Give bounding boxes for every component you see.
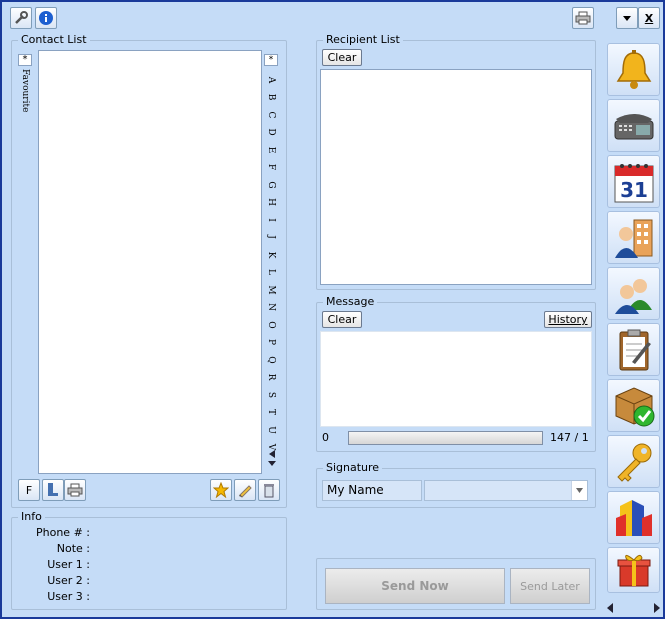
dropdown-arrow-icon[interactable] — [571, 481, 587, 500]
message-title: Message — [323, 295, 378, 309]
trash-icon[interactable] — [258, 479, 280, 501]
close-label: X — [644, 11, 654, 25]
alphabet-index: * A B C D E F G H I J K L M N O P Q R S T U V — [264, 54, 280, 474]
package-check-icon[interactable] — [607, 379, 660, 432]
telephone-icon[interactable] — [607, 99, 660, 152]
alphabet-letter-j[interactable]: J — [263, 230, 279, 244]
alphabet-letter-e[interactable]: E — [263, 143, 279, 157]
send-panel: Send Now Send Later — [316, 558, 596, 610]
recipient-list-box[interactable] — [320, 69, 592, 285]
history-button[interactable]: History — [544, 311, 592, 328]
alphabet-letter-k[interactable]: K — [263, 248, 279, 262]
alphabet-letter-q[interactable]: Q — [263, 353, 279, 367]
recipient-clear-button[interactable]: Clear — [322, 49, 362, 66]
info-field-label: User 2 : — [47, 574, 90, 587]
sidebar-scroll-left[interactable] — [606, 603, 616, 615]
info-title: Info — [18, 510, 45, 524]
signature-group: Signature My Name — [316, 461, 596, 508]
main-window: X Contact List * Favourite * A B C D E F G H I J K L… — [0, 0, 665, 619]
contact-list-group: Contact List * Favourite * A B C D E F G H I J K L M N… — [11, 33, 287, 508]
favourite-star[interactable]: * — [18, 54, 32, 66]
signature-title: Signature — [323, 461, 383, 475]
gift-icon[interactable] — [607, 547, 660, 593]
printer-icon[interactable] — [572, 7, 594, 29]
wrench-icon[interactable] — [10, 7, 32, 29]
alphabet-letter-l[interactable]: L — [263, 265, 279, 279]
sidebar-scroll-right[interactable] — [653, 603, 663, 615]
info-group: Info Phone # : Note : User 1 : User 2 : User… — [11, 510, 287, 610]
info-field-label: Note : — [56, 542, 90, 555]
info-field-label: User 3 : — [47, 590, 90, 603]
recipient-list-title: Recipient List — [323, 33, 403, 47]
alphabet-letter-i[interactable]: I — [263, 213, 279, 227]
signature-name-field[interactable]: My Name — [322, 480, 422, 501]
info-fields: Phone # : Note : User 1 : User 2 : User 3 : — [12, 526, 90, 606]
alphabet-letter-m[interactable]: M — [263, 283, 279, 297]
favourite-label: Favourite — [20, 69, 30, 113]
alphabet-letter-h[interactable]: H — [263, 195, 279, 209]
alphabet-letter-u[interactable]: U — [263, 423, 279, 437]
alphabet-letter-s[interactable]: S — [263, 388, 279, 402]
pencil-icon[interactable] — [234, 479, 256, 501]
send-later-label: Send Later — [520, 579, 580, 593]
star-icon[interactable] — [210, 479, 232, 501]
alphabet-letter-t[interactable]: T — [263, 405, 279, 419]
message-count-right: 147 / 1 — [550, 431, 589, 444]
filter-button[interactable]: F — [18, 479, 40, 501]
key-icon[interactable] — [607, 435, 660, 488]
message-progress-bar — [348, 431, 543, 445]
alphabet-letter-n[interactable]: N — [263, 300, 279, 314]
alphabet-letter-a[interactable]: A — [263, 73, 279, 87]
bell-icon[interactable] — [607, 43, 660, 96]
alphabet-letter-f[interactable]: F — [263, 160, 279, 174]
alphabet-star[interactable]: * — [264, 54, 278, 66]
info-icon[interactable] — [35, 7, 57, 29]
message-textarea[interactable] — [320, 331, 592, 427]
import-icon[interactable] — [42, 479, 64, 501]
info-field-label: User 1 : — [47, 558, 90, 571]
signature-dropdown[interactable] — [424, 480, 588, 501]
alphabet-letter-g[interactable]: G — [263, 178, 279, 192]
message-clear-button[interactable]: Clear — [322, 311, 362, 328]
alphabet-letter-b[interactable]: B — [263, 90, 279, 104]
contact-list-box[interactable] — [38, 50, 262, 474]
chart-icon[interactable] — [607, 491, 660, 544]
message-count-left: 0 — [322, 431, 329, 444]
contact-building-icon[interactable] — [607, 211, 660, 264]
recipient-list-group: Recipient List Clear — [316, 33, 596, 290]
send-now-button[interactable]: Send Now — [325, 568, 505, 604]
print-contacts-icon[interactable] — [64, 479, 86, 501]
alphabet-scroll-down[interactable] — [266, 448, 278, 468]
send-now-label: Send Now — [381, 579, 449, 593]
send-later-button[interactable]: Send Later — [510, 568, 590, 604]
alphabet-letter-r[interactable]: R — [263, 370, 279, 384]
calendar-day: 31 — [620, 178, 648, 202]
chevron-down-icon[interactable] — [616, 7, 638, 29]
calendar-icon[interactable]: 31 — [607, 155, 660, 208]
contact-list-title: Contact List — [18, 33, 90, 47]
filter-label: F — [25, 483, 33, 497]
favourite-tab[interactable]: * Favourite — [18, 54, 34, 144]
info-field-label: Phone # : — [36, 526, 90, 539]
alphabet-letter-o[interactable]: O — [263, 318, 279, 332]
clipboard-icon[interactable] — [607, 323, 660, 376]
alphabet-letter-d[interactable]: D — [263, 125, 279, 139]
alphabet-letter-p[interactable]: P — [263, 335, 279, 349]
close-button[interactable]: X — [638, 7, 660, 29]
alphabet-letter-c[interactable]: C — [263, 108, 279, 122]
message-group: Message Clear History 0 147 / 1 — [316, 295, 596, 452]
group-icon[interactable] — [607, 267, 660, 320]
